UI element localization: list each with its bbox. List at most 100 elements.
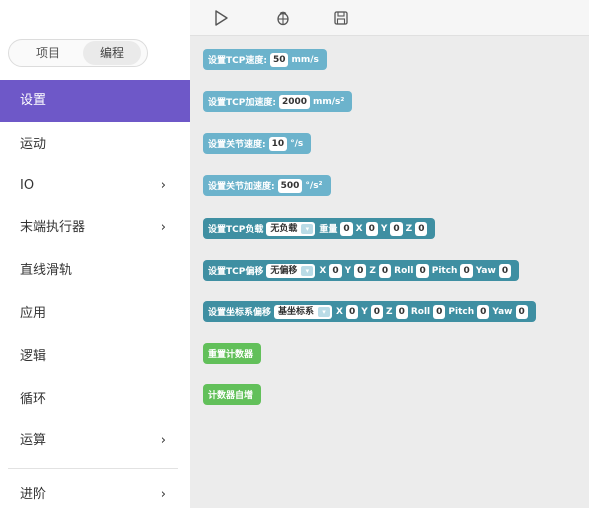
toolbar: [190, 0, 589, 36]
yaw-field[interactable]: 0: [515, 304, 528, 319]
dropdown-value: 基坐标系: [278, 306, 315, 317]
unit-label: °/s: [290, 138, 304, 149]
category-label: 末端执行器: [20, 220, 86, 235]
block-label: 设置TCP偏移: [208, 267, 264, 277]
block-label: 重置计数器: [208, 350, 254, 360]
category-io[interactable]: IO ›: [0, 165, 190, 207]
roll-field[interactable]: 0: [416, 263, 429, 278]
category-settings[interactable]: 设置: [0, 80, 190, 122]
joint-speed-value-field[interactable]: 10: [268, 136, 288, 151]
y-label: Y: [344, 265, 352, 276]
tcp-speed-value-field[interactable]: 50: [269, 52, 289, 67]
save-icon[interactable]: [332, 9, 350, 27]
category-label: 逻辑: [20, 349, 47, 364]
category-label: 直线滑轨: [20, 263, 73, 278]
z-field[interactable]: 0: [378, 263, 392, 278]
chevron-down-icon: ▾: [301, 265, 314, 276]
unit-label: °/s²: [305, 180, 323, 191]
mode-program-tab[interactable]: 编程: [83, 41, 141, 65]
block-reset-counter[interactable]: 重置计数器: [203, 343, 262, 364]
roll-label: Roll: [394, 265, 414, 276]
block-label: 设置TCP速度:: [208, 56, 267, 66]
block-set-tcp-load[interactable]: 设置TCP负载 无负载 ▾ 重量 0 X 0 Y 0 Z 0: [203, 218, 436, 239]
y-field[interactable]: 0: [390, 221, 403, 236]
z-field[interactable]: 0: [415, 221, 428, 236]
weight-label: 重量: [319, 225, 338, 235]
weight-field[interactable]: 0: [340, 221, 353, 236]
block-label: 设置TCP加速度:: [208, 98, 276, 108]
block-set-joint-speed[interactable]: 设置关节速度: 10 °/s: [203, 133, 312, 154]
unit-label: mm/s: [291, 54, 319, 65]
mode-project-tab[interactable]: 项目: [19, 40, 77, 66]
block-set-joint-acceleration[interactable]: 设置关节加速度: 500 °/s²: [203, 175, 331, 196]
pitch-field[interactable]: 0: [460, 263, 473, 278]
z-label: Z: [405, 223, 413, 234]
block-set-coordinate-offset[interactable]: 设置坐标系偏移 基坐标系 ▾ X 0 Y 0 Z 0 Roll 0 Pitch …: [203, 301, 536, 322]
y-field[interactable]: 0: [354, 263, 367, 278]
blocks-workspace: 设置TCP速度: 50 mm/s 设置TCP加速度: 2000 mm/s² 设置…: [190, 0, 589, 508]
category-operation[interactable]: 运算 ›: [0, 420, 190, 462]
block-label: 设置关节加速度:: [208, 182, 275, 192]
category-sidebar: 项目 编程 设置 运动 IO › 末端执行器 › 直线滑轨 应用 逻辑 循环 运…: [0, 0, 190, 508]
offset-dropdown[interactable]: 无偏移 ▾: [266, 263, 316, 278]
pitch-field[interactable]: 0: [477, 304, 490, 319]
category-label: 进阶: [20, 487, 47, 502]
z-field[interactable]: 0: [395, 304, 408, 319]
chevron-down-icon: ▾: [301, 223, 314, 234]
category-label: IO: [20, 178, 35, 193]
dropdown-value: 无偏移: [270, 265, 298, 276]
chevron-down-icon: ▾: [318, 306, 331, 317]
sidebar-divider: [8, 468, 178, 469]
chevron-right-icon: ›: [160, 220, 166, 235]
dropdown-value: 无负载: [270, 223, 298, 234]
block-label: 设置关节速度:: [208, 140, 266, 150]
category-label: 运动: [20, 137, 47, 152]
category-advanced[interactable]: 进阶 ›: [0, 474, 190, 508]
bug-icon[interactable]: [274, 9, 292, 27]
chevron-right-icon: ›: [160, 433, 166, 448]
category-label: 运算: [20, 433, 47, 448]
block-set-tcp-offset[interactable]: 设置TCP偏移 无偏移 ▾ X 0 Y 0 Z 0 Roll 0 Pitch 0…: [203, 260, 520, 281]
x-label: X: [319, 265, 327, 276]
category-application[interactable]: 应用: [0, 293, 190, 335]
coordinate-dropdown[interactable]: 基坐标系 ▾: [274, 304, 333, 319]
category-end-effector[interactable]: 末端执行器 ›: [0, 207, 190, 249]
pitch-label: Pitch: [431, 265, 458, 276]
block-set-tcp-speed[interactable]: 设置TCP速度: 50 mm/s: [203, 49, 327, 70]
y-label: Y: [361, 306, 368, 317]
block-counter-increment[interactable]: 计数器自增: [203, 384, 262, 405]
z-label: Z: [369, 265, 376, 276]
y-field[interactable]: 0: [370, 304, 384, 319]
yaw-field[interactable]: 0: [498, 263, 512, 278]
x-field[interactable]: 0: [329, 263, 342, 278]
x-field[interactable]: 0: [365, 221, 378, 236]
category-label: 应用: [20, 306, 47, 321]
chevron-right-icon: ›: [160, 487, 166, 502]
yaw-label: Yaw: [492, 306, 513, 317]
category-logic[interactable]: 逻辑: [0, 336, 190, 378]
mode-switch[interactable]: 项目 编程: [8, 39, 148, 67]
tcp-accel-value-field[interactable]: 2000: [278, 94, 311, 109]
pitch-label: Pitch: [448, 306, 475, 317]
play-icon[interactable]: [212, 9, 230, 27]
unit-label: mm/s²: [313, 96, 345, 107]
category-motion[interactable]: 运动: [0, 124, 190, 166]
joint-accel-value-field[interactable]: 500: [277, 178, 303, 193]
block-label: 计数器自增: [208, 391, 254, 401]
block-set-tcp-acceleration[interactable]: 设置TCP加速度: 2000 mm/s²: [203, 91, 353, 112]
x-label: X: [336, 306, 343, 317]
roll-field[interactable]: 0: [433, 304, 446, 319]
category-label: 循环: [20, 392, 47, 407]
category-linear-rail[interactable]: 直线滑轨: [0, 250, 190, 292]
x-field[interactable]: 0: [345, 304, 359, 319]
x-label: X: [355, 223, 363, 234]
load-dropdown[interactable]: 无负载 ▾: [266, 221, 316, 236]
category-label: 设置: [20, 93, 47, 108]
category-loop[interactable]: 循环: [0, 379, 190, 421]
y-label: Y: [380, 223, 388, 234]
block-label: 设置坐标系偏移: [208, 308, 272, 318]
block-label: 设置TCP负载: [208, 225, 264, 235]
chevron-right-icon: ›: [160, 178, 166, 193]
roll-label: Roll: [410, 306, 431, 317]
yaw-label: Yaw: [475, 265, 496, 276]
